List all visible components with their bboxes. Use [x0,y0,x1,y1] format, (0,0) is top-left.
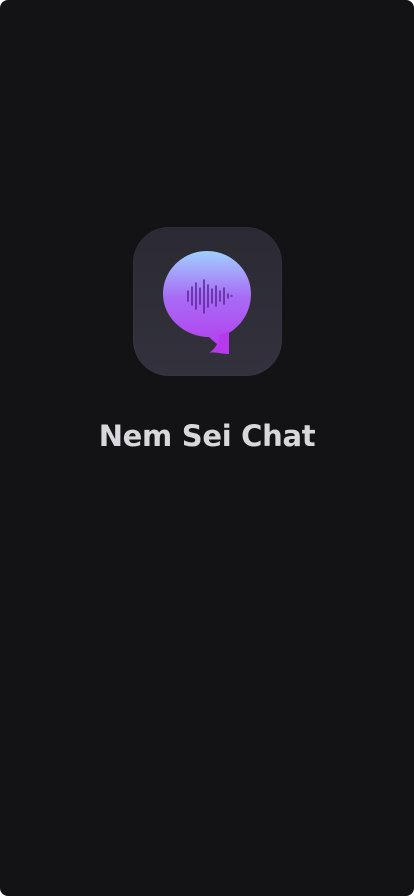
app-icon [133,227,282,376]
app-title: Nem Sei Chat [98,419,316,453]
splash-screen: Nem Sei Chat [0,0,414,896]
chat-bubble-soundwave-icon [163,251,251,354]
